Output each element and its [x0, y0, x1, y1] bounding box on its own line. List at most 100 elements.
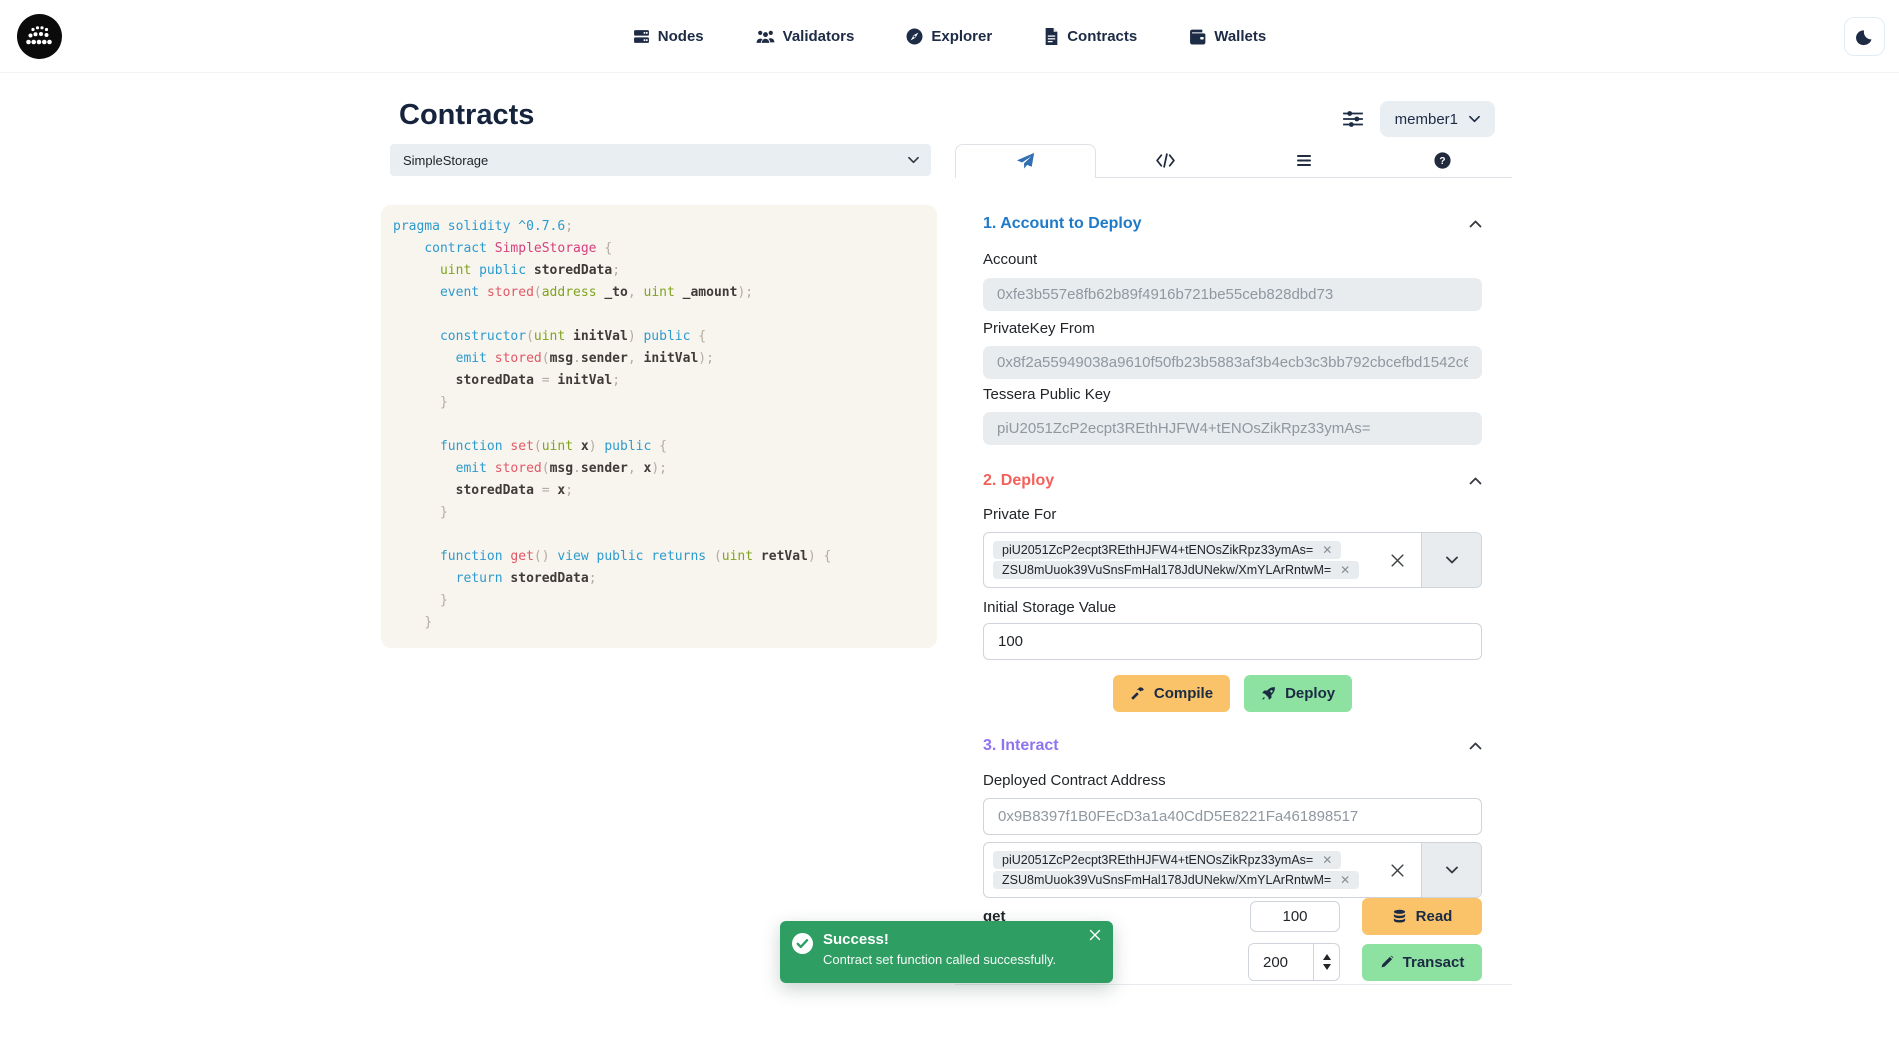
question-icon: ? — [1434, 152, 1451, 169]
deploy-label: Deploy — [1285, 685, 1335, 702]
code-line: uint public storedData; — [393, 260, 923, 282]
privatekey-field[interactable] — [983, 346, 1482, 379]
chip-remove-icon[interactable]: ✕ — [1322, 853, 1332, 867]
nav-label: Validators — [783, 28, 855, 45]
tab-details[interactable] — [1235, 144, 1374, 177]
account-field[interactable] — [983, 278, 1482, 311]
chevron-down-icon[interactable] — [1421, 843, 1481, 897]
chip-remove-icon[interactable]: ✕ — [1322, 543, 1332, 557]
read-label: Read — [1416, 908, 1453, 925]
tessera-key-field[interactable] — [983, 412, 1482, 445]
section-deploy-header: 2. Deploy — [983, 471, 1482, 491]
nav-label: Wallets — [1214, 28, 1266, 45]
chevron-up-icon[interactable] — [1469, 742, 1482, 750]
compile-label: Compile — [1154, 685, 1213, 702]
member-select-button[interactable]: member1 — [1380, 101, 1495, 137]
chip-label: piU2051ZcP2ecpt3REthHJFW4+tENOsZikRpz33y… — [1002, 543, 1313, 557]
clear-all-icon[interactable] — [1373, 863, 1421, 878]
tessera-key-label: Tessera Public Key — [983, 386, 1482, 404]
filter-sliders-icon[interactable] — [1342, 108, 1364, 130]
tab-source[interactable] — [1096, 144, 1235, 177]
section-title: 3. Interact — [983, 737, 1059, 755]
code-line — [393, 414, 923, 436]
chip-remove-icon[interactable]: ✕ — [1340, 873, 1350, 887]
contract-select[interactable]: SimpleStorage — [390, 144, 931, 176]
private-for-chip: piU2051ZcP2ecpt3REthHJFW4+tENOsZikRpz33y… — [993, 541, 1341, 559]
code-editor: pragma solidity ^0.7.6; contract SimpleS… — [381, 205, 937, 648]
users-icon — [756, 28, 775, 45]
contracts-page: { "colors": { "nav_text": "#1d2b45", "se… — [0, 0, 1899, 1042]
dark-mode-toggle[interactable] — [1844, 17, 1885, 56]
code-line: emit stored(msg.sender, initVal); — [393, 348, 923, 370]
contract-address-input[interactable] — [983, 798, 1482, 835]
chevron-down-icon[interactable] — [1421, 533, 1481, 587]
tab-help[interactable]: ? — [1373, 144, 1512, 177]
header-controls: member1 — [1342, 101, 1495, 137]
stepper-arrows[interactable] — [1313, 944, 1339, 980]
contract-editor-column: SimpleStorage pragma solidity ^0.7.6; co… — [381, 144, 937, 648]
nav-label: Explorer — [931, 28, 992, 45]
section-interact-header: 3. Interact — [983, 736, 1482, 756]
set-value-stepper — [1248, 943, 1340, 981]
tab-deploy[interactable] — [955, 144, 1096, 178]
chevron-down-icon — [908, 156, 919, 164]
step-up-icon[interactable] — [1323, 954, 1331, 960]
nav-menu: Nodes Validators Explorer Con — [0, 0, 1899, 73]
nav-item-nodes[interactable]: Nodes — [633, 28, 704, 45]
chip-list: piU2051ZcP2ecpt3REthHJFW4+tENOsZikRpz33y… — [984, 538, 1373, 582]
code-line — [393, 304, 923, 326]
nav-label: Nodes — [658, 28, 704, 45]
chip-list: piU2051ZcP2ecpt3REthHJFW4+tENOsZikRpz33y… — [984, 848, 1373, 892]
step-down-icon[interactable] — [1323, 964, 1331, 970]
code-line: emit stored(msg.sender, x); — [393, 458, 923, 480]
clear-all-icon[interactable] — [1373, 553, 1421, 568]
wallet-icon — [1189, 29, 1206, 45]
chevron-up-icon[interactable] — [1469, 477, 1482, 485]
interact-private-for-multiselect[interactable]: piU2051ZcP2ecpt3REthHJFW4+tENOsZikRpz33y… — [983, 842, 1482, 898]
check-circle-icon — [792, 933, 813, 954]
get-result-input[interactable] — [1250, 901, 1340, 932]
initial-storage-input[interactable] — [983, 623, 1482, 660]
nav-item-explorer[interactable]: Explorer — [906, 28, 992, 45]
file-icon — [1044, 28, 1059, 45]
section-account-header: 1. Account to Deploy — [983, 214, 1482, 234]
moon-icon — [1856, 28, 1874, 46]
code-line: return storedData; — [393, 568, 923, 590]
pencil-icon — [1380, 955, 1394, 969]
compass-icon — [906, 28, 923, 45]
nav-item-contracts[interactable]: Contracts — [1044, 28, 1137, 45]
nav-item-validators[interactable]: Validators — [756, 28, 855, 45]
code-line: } — [393, 590, 923, 612]
set-value-input[interactable] — [1249, 944, 1313, 980]
transact-button[interactable]: Transact — [1362, 944, 1482, 981]
code-line: storedData = initVal; — [393, 370, 923, 392]
success-toast: Success! Contract set function called su… — [780, 921, 1113, 983]
code-line: } — [393, 612, 923, 634]
read-button[interactable]: Read — [1362, 898, 1482, 935]
toast-title: Success! — [823, 931, 1056, 948]
chip-remove-icon[interactable]: ✕ — [1340, 563, 1350, 577]
private-for-chip: ZSU8mUuok39VuSnsFmHal178JdUNekw/XmYLArRn… — [993, 561, 1359, 579]
compile-button[interactable]: Compile — [1113, 675, 1230, 712]
hammer-icon — [1130, 686, 1145, 701]
panel-body: 1. Account to Deploy Account PrivateKey … — [955, 214, 1512, 981]
private-for-multiselect[interactable]: piU2051ZcP2ecpt3REthHJFW4+tENOsZikRpz33y… — [983, 532, 1482, 588]
chevron-down-icon — [1469, 115, 1480, 123]
deploy-button[interactable]: Deploy — [1244, 675, 1352, 712]
code-icon — [1155, 153, 1176, 168]
code-line: function get() view public returns (uint… — [393, 546, 923, 568]
private-for-chip: ZSU8mUuok39VuSnsFmHal178JdUNekw/XmYLArRn… — [993, 871, 1359, 889]
member-select-value: member1 — [1395, 111, 1458, 128]
code-line — [393, 524, 923, 546]
toast-content: Success! Contract set function called su… — [823, 931, 1056, 972]
list-icon — [1296, 154, 1312, 167]
toast-close-icon[interactable] — [1089, 929, 1101, 941]
chevron-up-icon[interactable] — [1469, 220, 1482, 228]
code-line: function set(uint x) public { — [393, 436, 923, 458]
nav-item-wallets[interactable]: Wallets — [1189, 28, 1266, 45]
contract-address-label: Deployed Contract Address — [983, 772, 1482, 790]
private-for-chip: piU2051ZcP2ecpt3REthHJFW4+tENOsZikRpz33y… — [993, 851, 1341, 869]
chip-label: piU2051ZcP2ecpt3REthHJFW4+tENOsZikRpz33y… — [1002, 853, 1313, 867]
initial-storage-label: Initial Storage Value — [983, 599, 1482, 617]
deploy-actions: Compile Deploy — [983, 675, 1482, 712]
